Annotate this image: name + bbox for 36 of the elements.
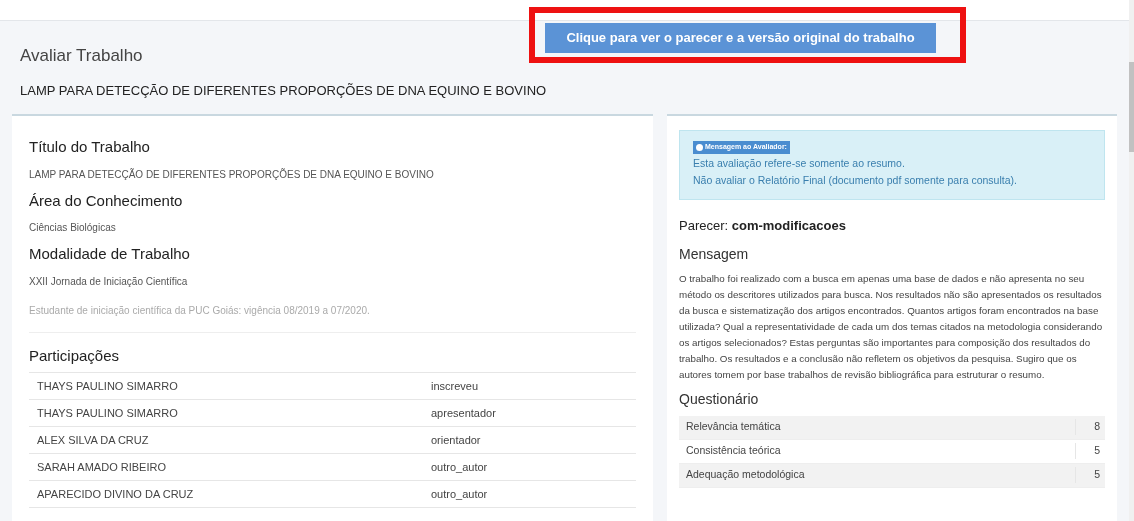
questionnaire-heading: Questionário <box>679 389 760 409</box>
message-heading: Mensagem <box>679 244 750 264</box>
field-label: Área do Conhecimento <box>29 190 184 211</box>
scholarship-note: Estudante de iniciação científica da PUC Goiás: vigência 08/2019 a 07/2020. <box>29 303 371 318</box>
participant-role: orientador <box>431 432 481 448</box>
participant-role: outro_autor <box>431 486 488 502</box>
participant-name: SARAH AMADO RIBEIRO <box>36 459 167 475</box>
criterion-name: Consistência teórica <box>685 443 782 459</box>
participations-heading: Participações <box>29 331 636 372</box>
participant-name: THAYS PAULINO SIMARRO <box>36 405 179 421</box>
alert-text: Não avaliar o Relatório Final (documento pdf somente para consulta). <box>693 173 1017 189</box>
criterion-name: Relevância temática <box>685 419 782 435</box>
field-label: Modalidade de Trabalho <box>29 244 191 264</box>
criterion-score: 5 <box>1075 467 1105 483</box>
participant-name: APARECIDO DIVINO DA CRUZ <box>36 486 195 502</box>
work-title: LAMP PARA DETECÇÃO DE DIFERENTES PROPORÇÕES DE DNA EQUINO E BOVINO <box>20 81 548 100</box>
verdict: Parecer: com-modificacoes <box>679 217 847 235</box>
criterion-score: 8 <box>1075 419 1105 435</box>
field-value: XXII Jornada de Iniciação Científica <box>29 274 189 289</box>
scrollbar-thumb[interactable] <box>1129 62 1134 152</box>
page-title: Avaliar Trabalho <box>20 45 144 67</box>
alert-text: Esta avaliação refere-se somente ao resumo. <box>693 155 905 171</box>
participant-role: inscreveu <box>431 378 479 394</box>
field-label: Título do Trabalho <box>29 137 151 157</box>
info-icon <box>696 143 703 151</box>
scrollbar[interactable] <box>1129 0 1134 521</box>
review-message: O trabalho foi realizado com a busca em apenas uma base de dados e não apresenta no seu método os descritores utilizados para busca. Nos resultados não são apresentados os resultados da busca e sistematização dos artigos encontrados. Quantos artigos foram encontrados na base utilizada? Qual a representatividade de cada um dos temas citados na metodologia considerando os artigos selecionados? Estas perguntas são importantes para composição dos resultados do trabalho. Os resultados e a conclusão não refletem os objetivos da pesquisa. Sugiro que os autores tomem por base trabalhos de revisão bibliográfica para estruturar o resumo. <box>679 271 1104 382</box>
participant-role: outro_autor <box>431 459 488 475</box>
participant-name: ALEX SILVA DA CRUZ <box>36 432 150 448</box>
criterion-score: 5 <box>1075 443 1105 459</box>
participant-name: THAYS PAULINO SIMARRO <box>36 378 179 394</box>
criterion-name: Adequação metodológica <box>685 467 806 483</box>
field-value: Ciências Biológicas <box>29 221 117 235</box>
participant-role: apresentador <box>431 405 496 421</box>
field-value: LAMP PARA DETECÇÃO DE DIFERENTES PROPORÇÕES DE DNA EQUINO E BOVINO <box>29 167 435 182</box>
view-review-button[interactable]: Clique para ver o parecer e a versão original do trabalho <box>545 23 936 53</box>
